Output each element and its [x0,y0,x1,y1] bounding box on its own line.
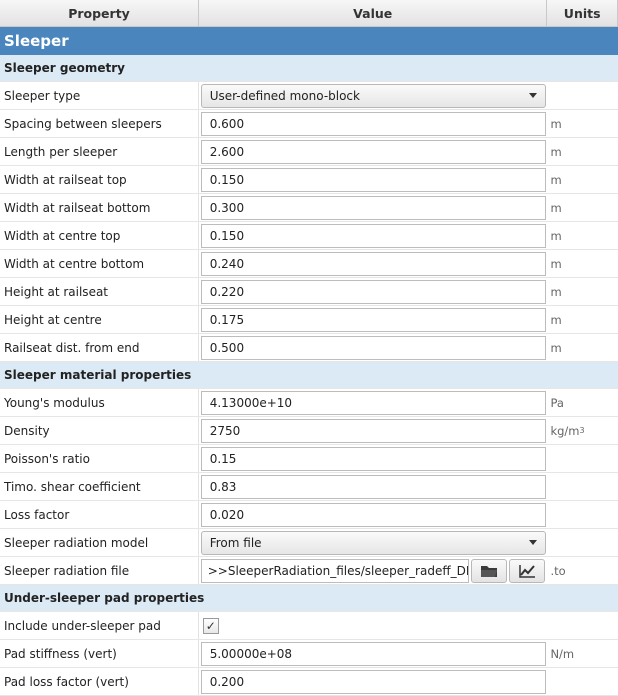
section-sleeper-geometry: Sleeper geometry [0,55,618,82]
row-width-railseat-bottom: Width at railseat bottom 0.300 m [0,194,618,222]
unit-label: Pa [550,395,564,410]
property-label: Sleeper radiation model [0,529,199,556]
property-label: Spacing between sleepers [0,110,199,137]
section-under-sleeper-pad: Under-sleeper pad properties [0,585,618,612]
unit-label: m [550,256,562,271]
grid-header: Property Value Units [0,0,618,27]
property-label: Height at railseat [0,278,199,305]
density-input[interactable]: 2750 [200,418,546,443]
row-width-railseat-top: Width at railseat top 0.150 m [0,166,618,194]
radiation-model-select[interactable]: From file [200,530,546,555]
railseat-dist-input[interactable]: 0.500 [200,335,546,360]
unit-label: m [550,116,562,131]
property-label: Timo. shear coefficient [0,473,199,500]
unit-label [547,473,618,500]
unit-label: m [550,284,562,299]
width-railseat-bottom-input[interactable]: 0.300 [200,195,546,220]
property-label: Pad loss factor (vert) [0,668,199,695]
property-label: Height at centre [0,306,199,333]
property-label: Width at railseat bottom [0,194,199,221]
row-sleeper-type: Sleeper type User-defined mono-block [0,82,618,110]
sleeper-type-select[interactable]: User-defined mono-block [200,83,546,108]
pad-stiffness-input[interactable]: 5.00000e+08 [200,641,546,666]
width-railseat-top-input[interactable]: 0.150 [200,167,546,192]
row-width-centre-bottom: Width at centre bottom 0.240 m [0,250,618,278]
poisson-ratio-input[interactable]: 0.15 [200,446,546,471]
property-label: Density [0,417,199,444]
unit-label: m [550,228,562,243]
select-value: From file [209,535,262,550]
row-width-centre-top: Width at centre top 0.150 m [0,222,618,250]
column-header-property[interactable]: Property [0,0,200,26]
property-label: Width at railseat top [0,166,199,193]
row-poisson-ratio: Poisson's ratio 0.15 [0,445,618,473]
width-centre-bottom-input[interactable]: 0.240 [200,251,546,276]
row-radiation-file: Sleeper radiation file >>SleeperRadiatio… [0,557,618,585]
row-height-railseat: Height at railseat 0.220 m [0,278,618,306]
row-pad-loss-factor: Pad loss factor (vert) 0.200 [0,668,618,696]
property-label: Railseat dist. from end [0,334,199,361]
caret-down-icon [528,540,537,545]
row-youngs-modulus: Young's modulus 4.13000e+10 Pa [0,389,618,417]
property-label: Pad stiffness (vert) [0,640,199,667]
category-title: Sleeper [0,27,618,55]
property-label: Width at centre top [0,222,199,249]
unit-label [547,445,618,472]
spacing-input[interactable]: 0.600 [200,111,546,136]
browse-button[interactable] [470,558,507,583]
caret-down-icon [528,93,537,98]
unit-exponent: 3 [579,426,585,435]
unit-label: m [550,312,562,327]
property-label: Sleeper type [0,82,199,109]
unit-label: .to [550,563,566,578]
unit-label [547,612,618,639]
property-label: Loss factor [0,501,199,528]
row-height-centre: Height at centre 0.175 m [0,306,618,334]
column-header-units[interactable]: Units [547,0,618,26]
radiation-file-input[interactable]: >>SleeperRadiation_files/sleeper_radeff_… [200,558,469,583]
unit-label [547,529,618,556]
height-centre-input[interactable]: 0.175 [200,307,546,332]
property-label: Length per sleeper [0,138,199,165]
unit-label: m [550,172,562,187]
property-label: Young's modulus [0,389,199,416]
section-sleeper-material: Sleeper material properties [0,362,618,389]
unit-label [547,501,618,528]
row-railseat-dist: Railseat dist. from end 0.500 m [0,334,618,362]
chart-icon [518,564,535,578]
unit-label: N/m [550,646,575,661]
length-input[interactable]: 2.600 [200,139,546,164]
row-shear-coefficient: Timo. shear coefficient 0.83 [0,473,618,501]
plot-button[interactable] [508,558,545,583]
property-label: Poisson's ratio [0,445,199,472]
unit-label: m [550,144,562,159]
row-length: Length per sleeper 2.600 m [0,138,618,166]
row-include-pad: Include under-sleeper pad ✓ [0,612,618,640]
select-value: User-defined mono-block [209,88,360,103]
row-density: Density 2750 kg/m 3 [0,417,618,445]
pad-loss-factor-input[interactable]: 0.200 [200,669,546,694]
row-pad-stiffness: Pad stiffness (vert) 5.00000e+08 N/m [0,640,618,668]
height-railseat-input[interactable]: 0.220 [200,279,546,304]
include-pad-checkbox[interactable]: ✓ [202,617,219,634]
unit-label: kg/m 3 [547,417,618,444]
unit-label [547,82,618,109]
youngs-modulus-input[interactable]: 4.13000e+10 [200,390,546,415]
property-grid: Property Value Units Sleeper Sleeper geo… [0,0,618,696]
width-centre-top-input[interactable]: 0.150 [200,223,546,248]
folder-icon [480,565,497,577]
row-loss-factor: Loss factor 0.020 [0,501,618,529]
unit-label [547,668,618,695]
column-header-value[interactable]: Value [199,0,548,26]
unit-label: m [550,200,562,215]
shear-coefficient-input[interactable]: 0.83 [200,474,546,499]
property-label: Width at centre bottom [0,250,199,277]
row-radiation-model: Sleeper radiation model From file [0,529,618,557]
property-label: Include under-sleeper pad [0,612,199,639]
loss-factor-input[interactable]: 0.020 [200,502,546,527]
unit-label: m [550,340,562,355]
property-label: Sleeper radiation file [0,557,199,584]
unit-base: kg/m [550,423,580,438]
row-spacing: Spacing between sleepers 0.600 m [0,110,618,138]
